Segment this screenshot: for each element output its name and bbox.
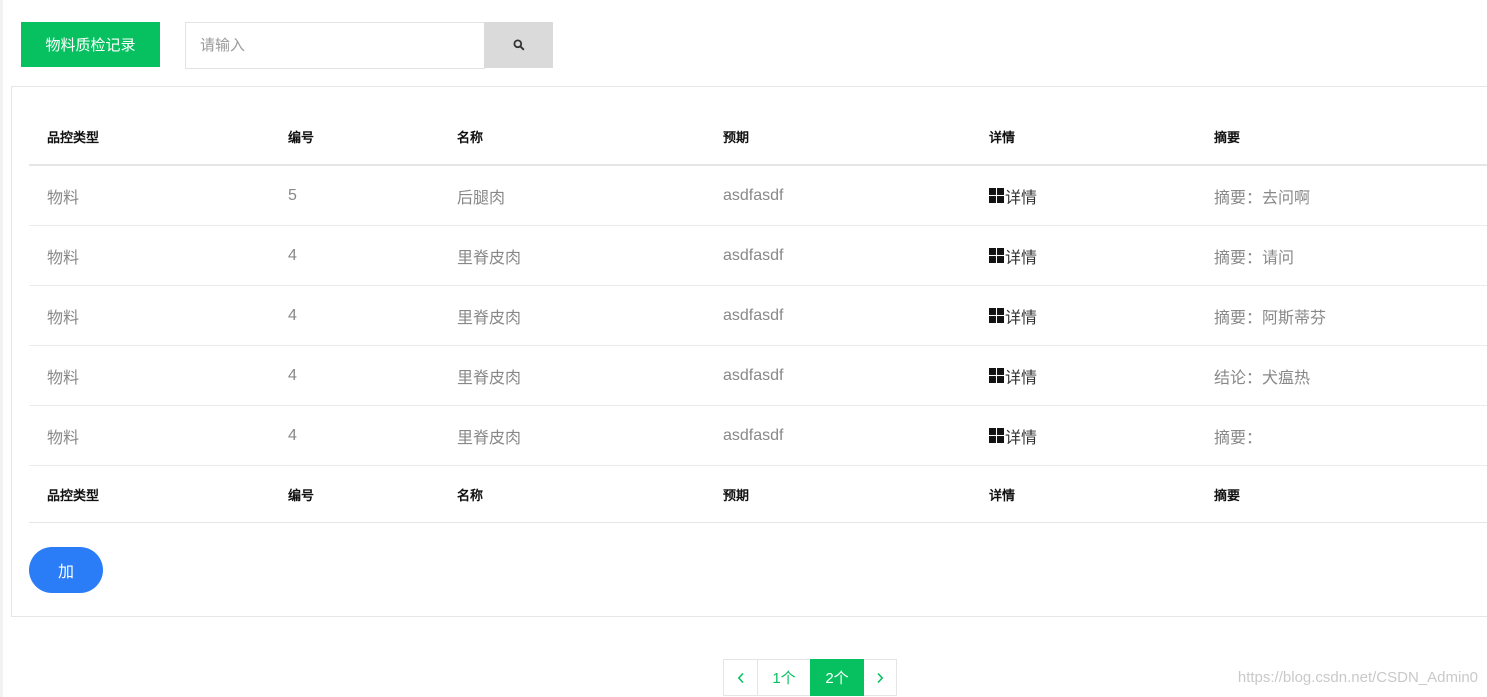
search-input[interactable] bbox=[185, 22, 485, 69]
cell-number: 4 bbox=[288, 366, 297, 384]
cell-summary: 摘要：阿斯蒂芬 bbox=[1214, 309, 1327, 327]
page-left-edge bbox=[0, 0, 3, 697]
cell-expected: asdfasdf bbox=[723, 366, 784, 384]
column-header-detail: 详情 bbox=[989, 130, 1016, 145]
cell-summary: 摘要：去问啊 bbox=[1214, 189, 1311, 207]
table-row: 物料 4 里脊皮肉 asdfasdf 详情 结论：犬瘟热 bbox=[29, 346, 1487, 406]
detail-label: 详情 bbox=[1005, 429, 1038, 447]
footer-header-summary: 摘要 bbox=[1214, 487, 1241, 503]
cell-name: 后腿肉 bbox=[457, 189, 506, 207]
grid-icon bbox=[989, 368, 1004, 383]
table-footer-row: 品控类型 编号 名称 预期 详情 摘要 bbox=[29, 466, 1487, 523]
detail-link[interactable]: 详情 bbox=[971, 364, 1196, 388]
search-button[interactable] bbox=[484, 22, 553, 68]
column-header-type: 品控类型 bbox=[47, 130, 100, 145]
column-header-number: 编号 bbox=[288, 130, 315, 145]
table-header-row: 品控类型 编号 名称 预期 详情 摘要 bbox=[29, 109, 1487, 166]
footer-header-number: 编号 bbox=[288, 487, 315, 503]
table-row: 物料 4 里脊皮肉 asdfasdf 详情 摘要： bbox=[29, 406, 1487, 466]
records-panel: 品控类型 编号 名称 预期 详情 摘要 物料 5 后腿肉 asdfasdf 详情… bbox=[11, 86, 1487, 617]
grid-icon bbox=[989, 428, 1004, 443]
detail-label: 详情 bbox=[1005, 309, 1038, 327]
search-icon bbox=[513, 39, 525, 51]
grid-icon bbox=[989, 308, 1004, 323]
cell-number: 4 bbox=[288, 306, 297, 324]
cell-name: 里脊皮肉 bbox=[457, 249, 522, 267]
grid-icon bbox=[989, 188, 1004, 203]
column-header-expected: 预期 bbox=[723, 130, 750, 145]
footer-header-name: 名称 bbox=[457, 487, 484, 503]
chevron-right-icon bbox=[877, 672, 884, 683]
records-table: 品控类型 编号 名称 预期 详情 摘要 物料 5 后腿肉 asdfasdf 详情… bbox=[29, 109, 1487, 523]
cell-summary: 摘要：请问 bbox=[1214, 249, 1295, 267]
chevron-left-icon bbox=[737, 672, 744, 683]
cell-expected: asdfasdf bbox=[723, 186, 784, 204]
cell-number: 4 bbox=[288, 426, 297, 444]
detail-link[interactable]: 详情 bbox=[971, 424, 1196, 448]
cell-expected: asdfasdf bbox=[723, 306, 784, 324]
detail-label: 详情 bbox=[1005, 189, 1038, 207]
quality-records-button[interactable]: 物料质检记录 bbox=[21, 22, 160, 67]
detail-link[interactable]: 详情 bbox=[971, 304, 1196, 328]
cell-type: 物料 bbox=[47, 249, 80, 267]
cell-expected: asdfasdf bbox=[723, 426, 784, 444]
detail-label: 详情 bbox=[1005, 249, 1038, 267]
cell-number: 5 bbox=[288, 186, 297, 204]
cell-summary: 结论：犬瘟热 bbox=[1214, 369, 1311, 387]
pagination: 1个 2个 bbox=[723, 659, 897, 696]
table-row: 物料 4 里脊皮肉 asdfasdf 详情 摘要：阿斯蒂芬 bbox=[29, 286, 1487, 346]
detail-label: 详情 bbox=[1005, 369, 1038, 387]
watermark-text: https://blog.csdn.net/CSDN_Admin0 bbox=[1237, 669, 1478, 686]
cell-type: 物料 bbox=[47, 429, 80, 447]
footer-header-expected: 预期 bbox=[723, 487, 750, 503]
cell-number: 4 bbox=[288, 246, 297, 264]
cell-name: 里脊皮肉 bbox=[457, 309, 522, 327]
grid-icon bbox=[989, 248, 1004, 263]
pagination-prev-button[interactable] bbox=[723, 659, 758, 696]
cell-name: 里脊皮肉 bbox=[457, 369, 522, 387]
table-row: 物料 4 里脊皮肉 asdfasdf 详情 摘要：请问 bbox=[29, 226, 1487, 286]
column-header-name: 名称 bbox=[457, 130, 484, 145]
footer-header-detail: 详情 bbox=[989, 487, 1016, 503]
cell-type: 物料 bbox=[47, 369, 80, 387]
add-button[interactable]: 加 bbox=[29, 547, 103, 593]
cell-type: 物料 bbox=[47, 309, 80, 327]
footer-header-type: 品控类型 bbox=[47, 487, 100, 503]
column-header-summary: 摘要 bbox=[1214, 130, 1241, 145]
cell-expected: asdfasdf bbox=[723, 246, 784, 264]
detail-link[interactable]: 详情 bbox=[971, 244, 1196, 268]
cell-type: 物料 bbox=[47, 189, 80, 207]
cell-summary: 摘要： bbox=[1214, 429, 1263, 447]
pagination-next-button[interactable] bbox=[863, 659, 897, 696]
pagination-page-1[interactable]: 1个 bbox=[757, 659, 811, 696]
detail-link[interactable]: 详情 bbox=[971, 184, 1196, 208]
pagination-page-2[interactable]: 2个 bbox=[810, 659, 864, 696]
cell-name: 里脊皮肉 bbox=[457, 429, 522, 447]
table-row: 物料 5 后腿肉 asdfasdf 详情 摘要：去问啊 bbox=[29, 166, 1487, 226]
